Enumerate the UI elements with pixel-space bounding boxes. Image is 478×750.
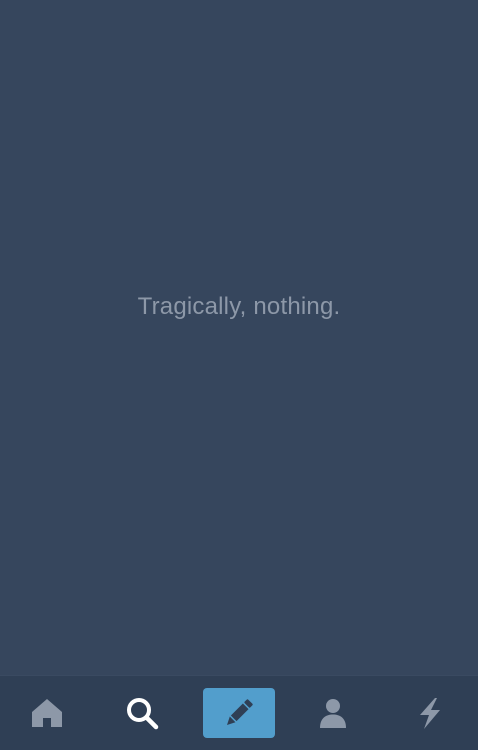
- tab-search[interactable]: [106, 688, 178, 738]
- empty-state-message: Tragically, nothing.: [137, 293, 341, 320]
- person-icon: [316, 696, 350, 730]
- bottom-tab-bar: [0, 675, 478, 750]
- pencil-icon: [220, 694, 258, 732]
- search-icon: [125, 696, 159, 730]
- tab-activity[interactable]: [394, 688, 466, 738]
- lightning-icon: [413, 696, 447, 730]
- tab-account[interactable]: [297, 688, 369, 738]
- dashboard-screen: Tragically, nothing.: [0, 0, 478, 750]
- home-icon: [30, 696, 64, 730]
- tab-home[interactable]: [11, 688, 83, 738]
- tab-compose[interactable]: [203, 688, 275, 738]
